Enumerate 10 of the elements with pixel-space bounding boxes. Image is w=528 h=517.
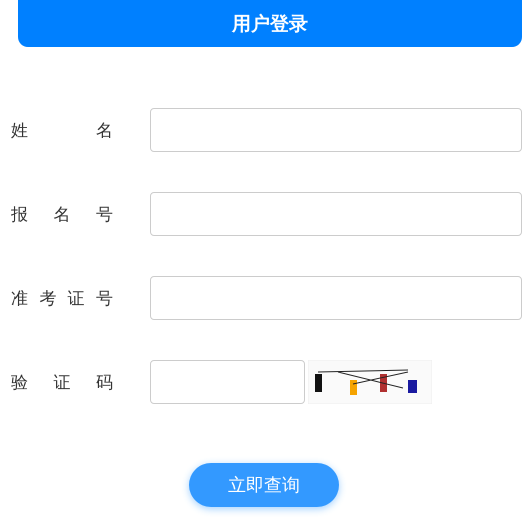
field-label: 验证码 <box>11 372 113 394</box>
field-label: 准考证号 <box>11 288 113 310</box>
input-field[interactable] <box>150 108 522 152</box>
field-label: 报名号 <box>11 204 113 226</box>
page-header: 用户登录 <box>18 0 522 47</box>
submit-button[interactable]: 立即查询 <box>189 463 339 507</box>
captcha-input[interactable] <box>150 360 305 404</box>
input-field[interactable] <box>150 276 522 320</box>
field-label: 姓名 <box>11 120 113 142</box>
input-field[interactable] <box>150 192 522 236</box>
